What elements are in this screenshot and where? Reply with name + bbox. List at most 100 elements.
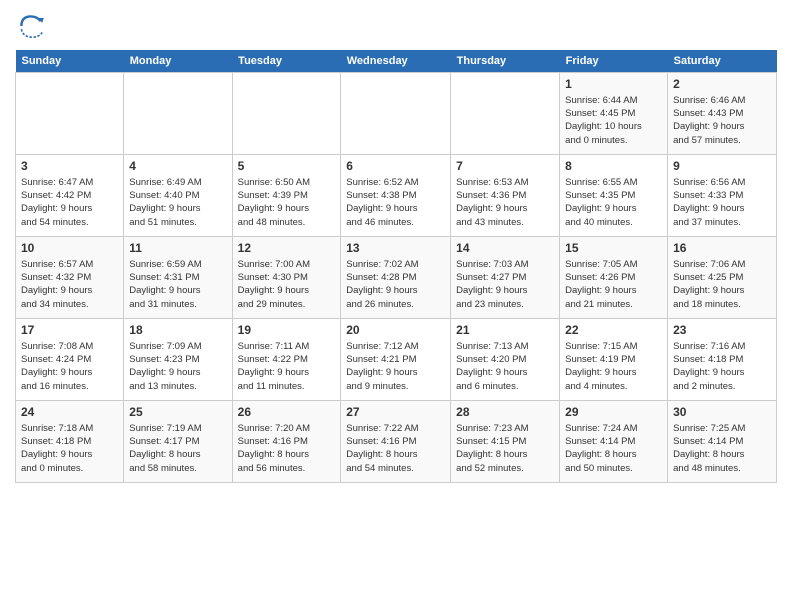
day-info: Sunrise: 6:57 AM Sunset: 4:32 PM Dayligh…: [21, 258, 118, 311]
day-number: 10: [21, 240, 118, 257]
day-info: Sunrise: 6:47 AM Sunset: 4:42 PM Dayligh…: [21, 176, 118, 229]
day-info: Sunrise: 7:16 AM Sunset: 4:18 PM Dayligh…: [673, 340, 771, 393]
day-cell: 11Sunrise: 6:59 AM Sunset: 4:31 PM Dayli…: [124, 237, 232, 319]
day-info: Sunrise: 7:00 AM Sunset: 4:30 PM Dayligh…: [238, 258, 336, 311]
day-info: Sunrise: 7:24 AM Sunset: 4:14 PM Dayligh…: [565, 422, 662, 475]
weekday-header-sunday: Sunday: [16, 50, 124, 73]
day-cell: 5Sunrise: 6:50 AM Sunset: 4:39 PM Daylig…: [232, 155, 341, 237]
day-info: Sunrise: 7:03 AM Sunset: 4:27 PM Dayligh…: [456, 258, 554, 311]
day-info: Sunrise: 6:52 AM Sunset: 4:38 PM Dayligh…: [346, 176, 445, 229]
day-info: Sunrise: 6:50 AM Sunset: 4:39 PM Dayligh…: [238, 176, 336, 229]
day-cell: 14Sunrise: 7:03 AM Sunset: 4:27 PM Dayli…: [451, 237, 560, 319]
day-cell: 23Sunrise: 7:16 AM Sunset: 4:18 PM Dayli…: [668, 319, 777, 401]
weekday-header-monday: Monday: [124, 50, 232, 73]
logo-icon: [15, 10, 47, 42]
day-info: Sunrise: 6:59 AM Sunset: 4:31 PM Dayligh…: [129, 258, 226, 311]
weekday-header-tuesday: Tuesday: [232, 50, 341, 73]
day-cell: 22Sunrise: 7:15 AM Sunset: 4:19 PM Dayli…: [560, 319, 668, 401]
day-number: 22: [565, 322, 662, 339]
day-info: Sunrise: 7:15 AM Sunset: 4:19 PM Dayligh…: [565, 340, 662, 393]
day-number: 18: [129, 322, 226, 339]
weekday-header-saturday: Saturday: [668, 50, 777, 73]
day-number: 28: [456, 404, 554, 421]
header: [15, 10, 777, 42]
day-cell: 13Sunrise: 7:02 AM Sunset: 4:28 PM Dayli…: [341, 237, 451, 319]
day-cell: [341, 73, 451, 155]
day-number: 25: [129, 404, 226, 421]
day-cell: 1Sunrise: 6:44 AM Sunset: 4:45 PM Daylig…: [560, 73, 668, 155]
day-info: Sunrise: 6:55 AM Sunset: 4:35 PM Dayligh…: [565, 176, 662, 229]
day-info: Sunrise: 7:06 AM Sunset: 4:25 PM Dayligh…: [673, 258, 771, 311]
day-cell: [16, 73, 124, 155]
day-info: Sunrise: 7:09 AM Sunset: 4:23 PM Dayligh…: [129, 340, 226, 393]
day-number: 8: [565, 158, 662, 175]
day-info: Sunrise: 6:49 AM Sunset: 4:40 PM Dayligh…: [129, 176, 226, 229]
day-info: Sunrise: 7:12 AM Sunset: 4:21 PM Dayligh…: [346, 340, 445, 393]
day-cell: 24Sunrise: 7:18 AM Sunset: 4:18 PM Dayli…: [16, 401, 124, 483]
day-cell: 9Sunrise: 6:56 AM Sunset: 4:33 PM Daylig…: [668, 155, 777, 237]
day-number: 6: [346, 158, 445, 175]
day-info: Sunrise: 7:18 AM Sunset: 4:18 PM Dayligh…: [21, 422, 118, 475]
page-container: SundayMondayTuesdayWednesdayThursdayFrid…: [0, 0, 792, 488]
day-info: Sunrise: 7:23 AM Sunset: 4:15 PM Dayligh…: [456, 422, 554, 475]
day-number: 24: [21, 404, 118, 421]
day-info: Sunrise: 7:02 AM Sunset: 4:28 PM Dayligh…: [346, 258, 445, 311]
weekday-header-friday: Friday: [560, 50, 668, 73]
day-cell: 16Sunrise: 7:06 AM Sunset: 4:25 PM Dayli…: [668, 237, 777, 319]
day-number: 21: [456, 322, 554, 339]
week-row-2: 3Sunrise: 6:47 AM Sunset: 4:42 PM Daylig…: [16, 155, 777, 237]
day-cell: 21Sunrise: 7:13 AM Sunset: 4:20 PM Dayli…: [451, 319, 560, 401]
day-cell: 30Sunrise: 7:25 AM Sunset: 4:14 PM Dayli…: [668, 401, 777, 483]
weekday-header-thursday: Thursday: [451, 50, 560, 73]
day-number: 20: [346, 322, 445, 339]
day-info: Sunrise: 6:44 AM Sunset: 4:45 PM Dayligh…: [565, 94, 662, 147]
day-number: 9: [673, 158, 771, 175]
weekday-header-row: SundayMondayTuesdayWednesdayThursdayFrid…: [16, 50, 777, 73]
day-cell: [451, 73, 560, 155]
day-cell: 6Sunrise: 6:52 AM Sunset: 4:38 PM Daylig…: [341, 155, 451, 237]
day-info: Sunrise: 7:19 AM Sunset: 4:17 PM Dayligh…: [129, 422, 226, 475]
day-number: 2: [673, 76, 771, 93]
day-number: 26: [238, 404, 336, 421]
day-info: Sunrise: 7:25 AM Sunset: 4:14 PM Dayligh…: [673, 422, 771, 475]
day-cell: 4Sunrise: 6:49 AM Sunset: 4:40 PM Daylig…: [124, 155, 232, 237]
day-cell: 2Sunrise: 6:46 AM Sunset: 4:43 PM Daylig…: [668, 73, 777, 155]
day-number: 1: [565, 76, 662, 93]
day-cell: 18Sunrise: 7:09 AM Sunset: 4:23 PM Dayli…: [124, 319, 232, 401]
day-info: Sunrise: 7:22 AM Sunset: 4:16 PM Dayligh…: [346, 422, 445, 475]
day-number: 13: [346, 240, 445, 257]
day-info: Sunrise: 6:46 AM Sunset: 4:43 PM Dayligh…: [673, 94, 771, 147]
day-cell: 28Sunrise: 7:23 AM Sunset: 4:15 PM Dayli…: [451, 401, 560, 483]
day-number: 5: [238, 158, 336, 175]
day-cell: 27Sunrise: 7:22 AM Sunset: 4:16 PM Dayli…: [341, 401, 451, 483]
calendar-table: SundayMondayTuesdayWednesdayThursdayFrid…: [15, 50, 777, 483]
day-info: Sunrise: 6:53 AM Sunset: 4:36 PM Dayligh…: [456, 176, 554, 229]
day-cell: 17Sunrise: 7:08 AM Sunset: 4:24 PM Dayli…: [16, 319, 124, 401]
week-row-4: 17Sunrise: 7:08 AM Sunset: 4:24 PM Dayli…: [16, 319, 777, 401]
day-info: Sunrise: 7:05 AM Sunset: 4:26 PM Dayligh…: [565, 258, 662, 311]
day-cell: 29Sunrise: 7:24 AM Sunset: 4:14 PM Dayli…: [560, 401, 668, 483]
day-cell: 15Sunrise: 7:05 AM Sunset: 4:26 PM Dayli…: [560, 237, 668, 319]
day-cell: 20Sunrise: 7:12 AM Sunset: 4:21 PM Dayli…: [341, 319, 451, 401]
day-number: 14: [456, 240, 554, 257]
day-number: 27: [346, 404, 445, 421]
day-cell: 26Sunrise: 7:20 AM Sunset: 4:16 PM Dayli…: [232, 401, 341, 483]
day-number: 11: [129, 240, 226, 257]
day-number: 19: [238, 322, 336, 339]
day-info: Sunrise: 7:08 AM Sunset: 4:24 PM Dayligh…: [21, 340, 118, 393]
day-number: 12: [238, 240, 336, 257]
day-number: 7: [456, 158, 554, 175]
week-row-3: 10Sunrise: 6:57 AM Sunset: 4:32 PM Dayli…: [16, 237, 777, 319]
day-cell: [232, 73, 341, 155]
day-number: 30: [673, 404, 771, 421]
day-number: 4: [129, 158, 226, 175]
week-row-5: 24Sunrise: 7:18 AM Sunset: 4:18 PM Dayli…: [16, 401, 777, 483]
day-cell: [124, 73, 232, 155]
day-info: Sunrise: 7:20 AM Sunset: 4:16 PM Dayligh…: [238, 422, 336, 475]
day-cell: 3Sunrise: 6:47 AM Sunset: 4:42 PM Daylig…: [16, 155, 124, 237]
day-number: 23: [673, 322, 771, 339]
day-number: 15: [565, 240, 662, 257]
day-info: Sunrise: 6:56 AM Sunset: 4:33 PM Dayligh…: [673, 176, 771, 229]
weekday-header-wednesday: Wednesday: [341, 50, 451, 73]
day-info: Sunrise: 7:11 AM Sunset: 4:22 PM Dayligh…: [238, 340, 336, 393]
